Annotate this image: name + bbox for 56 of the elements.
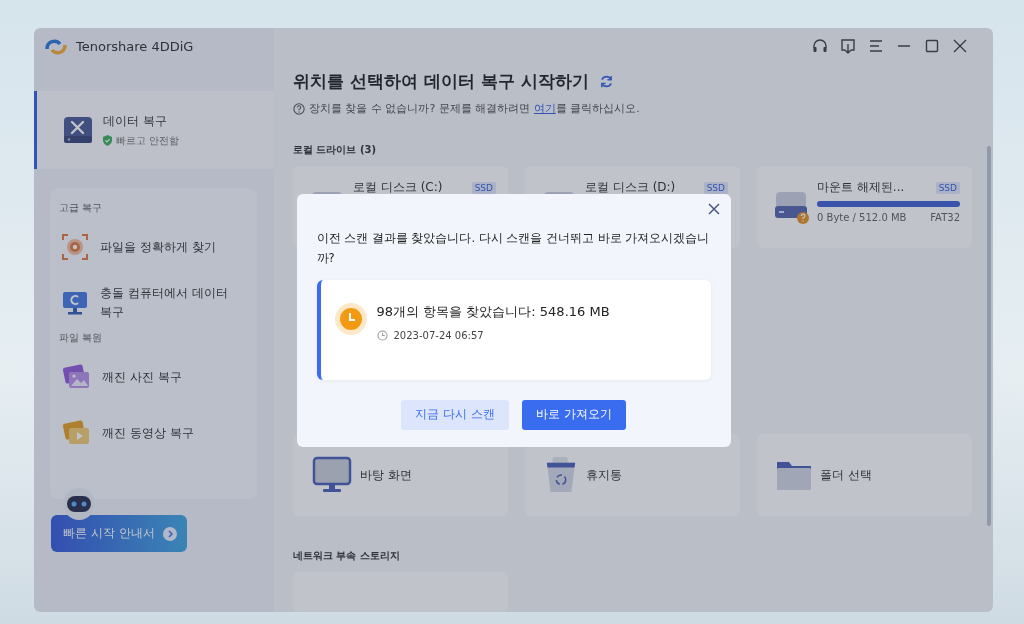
close-icon[interactable] bbox=[952, 38, 968, 54]
location-card[interactable]: 폴더 선택 bbox=[757, 434, 972, 516]
app-title: Tenorshare 4DDiG bbox=[76, 38, 194, 56]
group-heading: 파일 복원 bbox=[59, 331, 104, 345]
time-icon bbox=[376, 329, 388, 341]
location-label: 바탕 화면 bbox=[360, 466, 412, 484]
target-icon bbox=[62, 234, 88, 260]
sidebar-item[interactable]: 깨진 동영상 복구 bbox=[59, 405, 257, 461]
help-text: 장치를 찾을 수 없습니까? 문제를 해결하려면 여기를 클릭하십시오. bbox=[309, 101, 640, 117]
import-button[interactable]: 바로 가져오기 bbox=[521, 399, 626, 430]
chevron-icon bbox=[162, 526, 177, 541]
monitor-icon bbox=[62, 290, 88, 316]
menu-label: 데이터 복구 bbox=[103, 112, 168, 130]
sidebar-item[interactable]: 깨진 사진 복구 bbox=[59, 349, 257, 405]
location-label: 폴더 선택 bbox=[820, 466, 872, 484]
clock-icon bbox=[334, 302, 367, 335]
scrollbar[interactable] bbox=[987, 146, 991, 526]
headset-icon[interactable] bbox=[812, 38, 828, 54]
data-recovery-item[interactable]: 데이터 복구 빠르고 안전함 bbox=[34, 91, 274, 169]
result-summary: 98개의 항목을 찾았습니다: 548.16 MB bbox=[376, 302, 610, 321]
drive-name: 마운트 해제된... bbox=[817, 179, 905, 197]
refresh-icon[interactable] bbox=[598, 74, 614, 90]
help-icon bbox=[293, 102, 305, 115]
drive-type-tag: SSD bbox=[935, 181, 960, 194]
rescan-button[interactable]: 지금 다시 스캔 bbox=[401, 399, 509, 430]
drive-tools-icon bbox=[63, 116, 93, 144]
dialog-message: 이전 스캔 결과를 찾았습니다. 다시 스캔을 건너뛰고 바로 가져오시겠습니까? bbox=[316, 229, 711, 267]
drive-type-tag: SSD bbox=[703, 181, 728, 194]
drive-usage: 0 Byte / 512.0 MB bbox=[817, 212, 907, 224]
scan-time: 2023-07-24 06:57 bbox=[393, 329, 484, 341]
recycle-bin-icon bbox=[544, 456, 578, 494]
maximize-icon[interactable] bbox=[924, 38, 940, 54]
folder-icon bbox=[776, 459, 812, 491]
video-icon bbox=[62, 420, 90, 446]
group-heading: 고급 복구 bbox=[59, 201, 104, 215]
section-heading: 로컬 드라이브 (3) bbox=[293, 143, 378, 158]
drive-name: 로컬 디스크 (D:) bbox=[585, 179, 676, 197]
drive-type-tag: SSD bbox=[471, 181, 496, 194]
drive-card[interactable]: 마운트 해제된... SSD 0 Byte / 512.0 MB FAT32 bbox=[757, 166, 972, 249]
photo-icon bbox=[62, 364, 90, 390]
drive-name: 로컬 디스크 (C:) bbox=[353, 179, 443, 197]
location-label: 휴지통 bbox=[586, 466, 622, 484]
monitor-icon bbox=[312, 456, 352, 494]
page-title: 위치를 선택하여 데이터 복구 시작하기 bbox=[293, 70, 589, 94]
menu-icon[interactable] bbox=[868, 38, 884, 54]
shield-icon bbox=[103, 135, 112, 146]
section-heading: 네트워크 부속 스토리지 bbox=[293, 549, 401, 563]
sidebar-item[interactable]: 충돌 컴퓨터에서 데이터 복구 bbox=[59, 275, 257, 331]
sidebar-item[interactable]: 파일을 정확하게 찾기 bbox=[59, 219, 257, 275]
file-system: FAT32 bbox=[930, 212, 960, 224]
download-icon[interactable] bbox=[840, 38, 856, 54]
drive-icon bbox=[773, 190, 809, 225]
logo-icon bbox=[44, 37, 68, 57]
here-link[interactable]: 여기 bbox=[533, 102, 556, 116]
menu-subtitle: 빠르고 안전함 bbox=[116, 133, 180, 148]
close-icon[interactable] bbox=[707, 202, 720, 215]
